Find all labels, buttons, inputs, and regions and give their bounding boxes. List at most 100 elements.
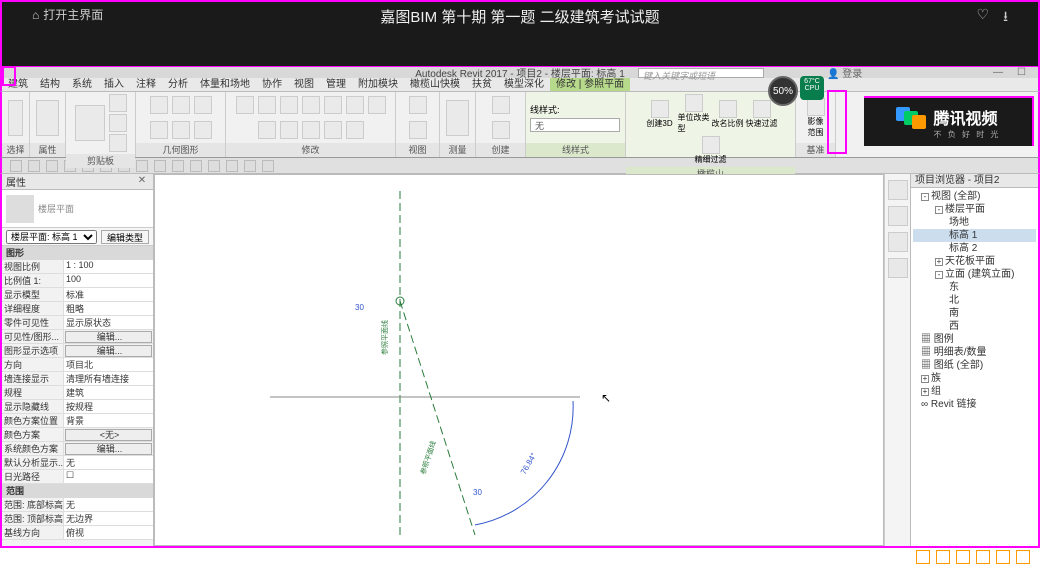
cut-tool[interactable]: [109, 94, 127, 112]
browser-tree[interactable]: -视图 (全部)-楼层平面场地标高 1标高 2+天花板平面-立面 (建筑立面)东…: [911, 188, 1038, 413]
property-value[interactable]: 100: [64, 274, 153, 287]
tree-node[interactable]: ▦ 明细表/数量: [913, 346, 1036, 359]
bottom-icon[interactable]: [996, 550, 1010, 564]
tree-node[interactable]: +族: [913, 372, 1036, 385]
tree-node[interactable]: 西: [913, 320, 1036, 333]
modify-tool[interactable]: [302, 121, 320, 139]
property-value[interactable]: 建筑: [64, 386, 153, 399]
ribbon-tab[interactable]: 协作: [256, 78, 288, 91]
property-row[interactable]: 日光路径☐: [2, 470, 153, 484]
tree-node[interactable]: 标高 2: [913, 242, 1036, 255]
qat-tool[interactable]: [10, 160, 22, 172]
ribbon-tab[interactable]: 附加模块: [352, 78, 404, 91]
tree-node[interactable]: 场地: [913, 216, 1036, 229]
modify-tool[interactable]: [258, 121, 276, 139]
paste-tool[interactable]: [75, 105, 105, 141]
modify-tool[interactable]: [280, 96, 298, 114]
modify-tool[interactable]: [258, 96, 276, 114]
open-home-button[interactable]: ⌂ 打开主界面: [32, 6, 103, 23]
property-row[interactable]: 显示模型标准: [2, 288, 153, 302]
ribbon-tab[interactable]: 注释: [130, 78, 162, 91]
property-value[interactable]: 编辑...: [65, 345, 152, 357]
olive-tool[interactable]: [651, 100, 669, 118]
property-row[interactable]: 颜色方案位置背景: [2, 414, 153, 428]
instance-dropdown[interactable]: 楼层平面: 标高 1: [6, 230, 97, 244]
modify-tool[interactable]: [346, 121, 364, 139]
property-row[interactable]: 墙连接显示清理所有墙连接: [2, 372, 153, 386]
property-value[interactable]: 项目北: [64, 358, 153, 371]
match-tool[interactable]: [109, 134, 127, 152]
geom-tool[interactable]: [150, 96, 168, 114]
property-value[interactable]: 显示原状态: [64, 316, 153, 329]
property-value[interactable]: <无>: [65, 429, 152, 441]
property-value[interactable]: 编辑...: [65, 443, 152, 455]
close-properties-button[interactable]: ✕: [135, 175, 149, 189]
zoom-icon[interactable]: [888, 258, 908, 278]
view-tool[interactable]: [409, 121, 427, 139]
tree-node[interactable]: -视图 (全部): [913, 190, 1036, 203]
qat-tool[interactable]: [190, 160, 202, 172]
olive-tool[interactable]: [719, 100, 737, 118]
tree-node[interactable]: -楼层平面: [913, 203, 1036, 216]
property-value[interactable]: 无: [64, 456, 153, 469]
tree-node[interactable]: 标高 1: [913, 229, 1036, 242]
modify-tool[interactable]: [302, 96, 320, 114]
tree-node[interactable]: ▦ 图纸 (全部): [913, 359, 1036, 372]
heart-icon[interactable]: ♡: [977, 6, 990, 30]
geom-tool[interactable]: [150, 121, 168, 139]
ribbon-tab[interactable]: 管理: [320, 78, 352, 91]
properties-tool[interactable]: [36, 100, 59, 136]
pan-icon[interactable]: [888, 232, 908, 252]
tree-node[interactable]: ▦ 图例: [913, 333, 1036, 346]
property-value[interactable]: 背景: [64, 414, 153, 427]
property-value[interactable]: 俯视: [64, 526, 153, 539]
olive-tool[interactable]: [753, 100, 771, 118]
ribbon-tab[interactable]: 插入: [98, 78, 130, 91]
modify-tool[interactable]: [346, 96, 364, 114]
qat-tool[interactable]: [154, 160, 166, 172]
create-tool[interactable]: [492, 121, 510, 139]
geom-tool[interactable]: [172, 96, 190, 114]
ribbon-tab[interactable]: 结构: [34, 78, 66, 91]
property-row[interactable]: 图形显示选项编辑...: [2, 344, 153, 358]
tree-node[interactable]: 东: [913, 281, 1036, 294]
ribbon-tab[interactable]: 系统: [66, 78, 98, 91]
property-row[interactable]: 默认分析显示...无: [2, 456, 153, 470]
bottom-icon[interactable]: [936, 550, 950, 564]
property-row[interactable]: 颜色方案<无>: [2, 428, 153, 442]
property-value[interactable]: 编辑...: [65, 331, 152, 343]
tree-node[interactable]: +天花板平面: [913, 255, 1036, 268]
download-icon[interactable]: ⭳: [1003, 6, 1008, 30]
property-value[interactable]: 按规程: [64, 400, 153, 413]
nav-wheel-icon[interactable]: [888, 206, 908, 226]
modify-tool[interactable]: [368, 96, 386, 114]
bottom-icon[interactable]: [956, 550, 970, 564]
property-row[interactable]: 可见性/图形...编辑...: [2, 330, 153, 344]
create-tool[interactable]: [492, 96, 510, 114]
property-value[interactable]: 无边界: [64, 512, 153, 525]
property-row[interactable]: 显示隐藏线按规程: [2, 400, 153, 414]
property-row[interactable]: 方向项目北: [2, 358, 153, 372]
tree-node[interactable]: ∞ Revit 链接: [913, 398, 1036, 411]
property-value[interactable]: 1 : 100: [64, 260, 153, 273]
qat-tool[interactable]: [46, 160, 58, 172]
bottom-icon[interactable]: [1016, 550, 1030, 564]
select-tool[interactable]: [8, 100, 23, 136]
property-row[interactable]: 比例值 1:100: [2, 274, 153, 288]
measure-tool[interactable]: [446, 100, 469, 136]
qat-tool[interactable]: [226, 160, 238, 172]
maximize-button[interactable]: ☐: [1017, 67, 1026, 78]
type-selector[interactable]: 楼层平面: [2, 190, 153, 228]
ribbon-tab[interactable]: 体量和场地: [194, 78, 256, 91]
copy-tool[interactable]: [109, 114, 127, 132]
olive-tool[interactable]: [685, 94, 703, 112]
linestyle-dropdown[interactable]: 无: [530, 118, 620, 132]
qat-tool[interactable]: [28, 160, 40, 172]
geom-tool[interactable]: [194, 121, 212, 139]
property-row[interactable]: 系统颜色方案编辑...: [2, 442, 153, 456]
viewcube-icon[interactable]: [888, 180, 908, 200]
geom-tool[interactable]: [172, 121, 190, 139]
geom-tool[interactable]: [194, 96, 212, 114]
ribbon-tab[interactable]: 视图: [288, 78, 320, 91]
search-input[interactable]: 键入关键字或短语: [638, 68, 764, 78]
